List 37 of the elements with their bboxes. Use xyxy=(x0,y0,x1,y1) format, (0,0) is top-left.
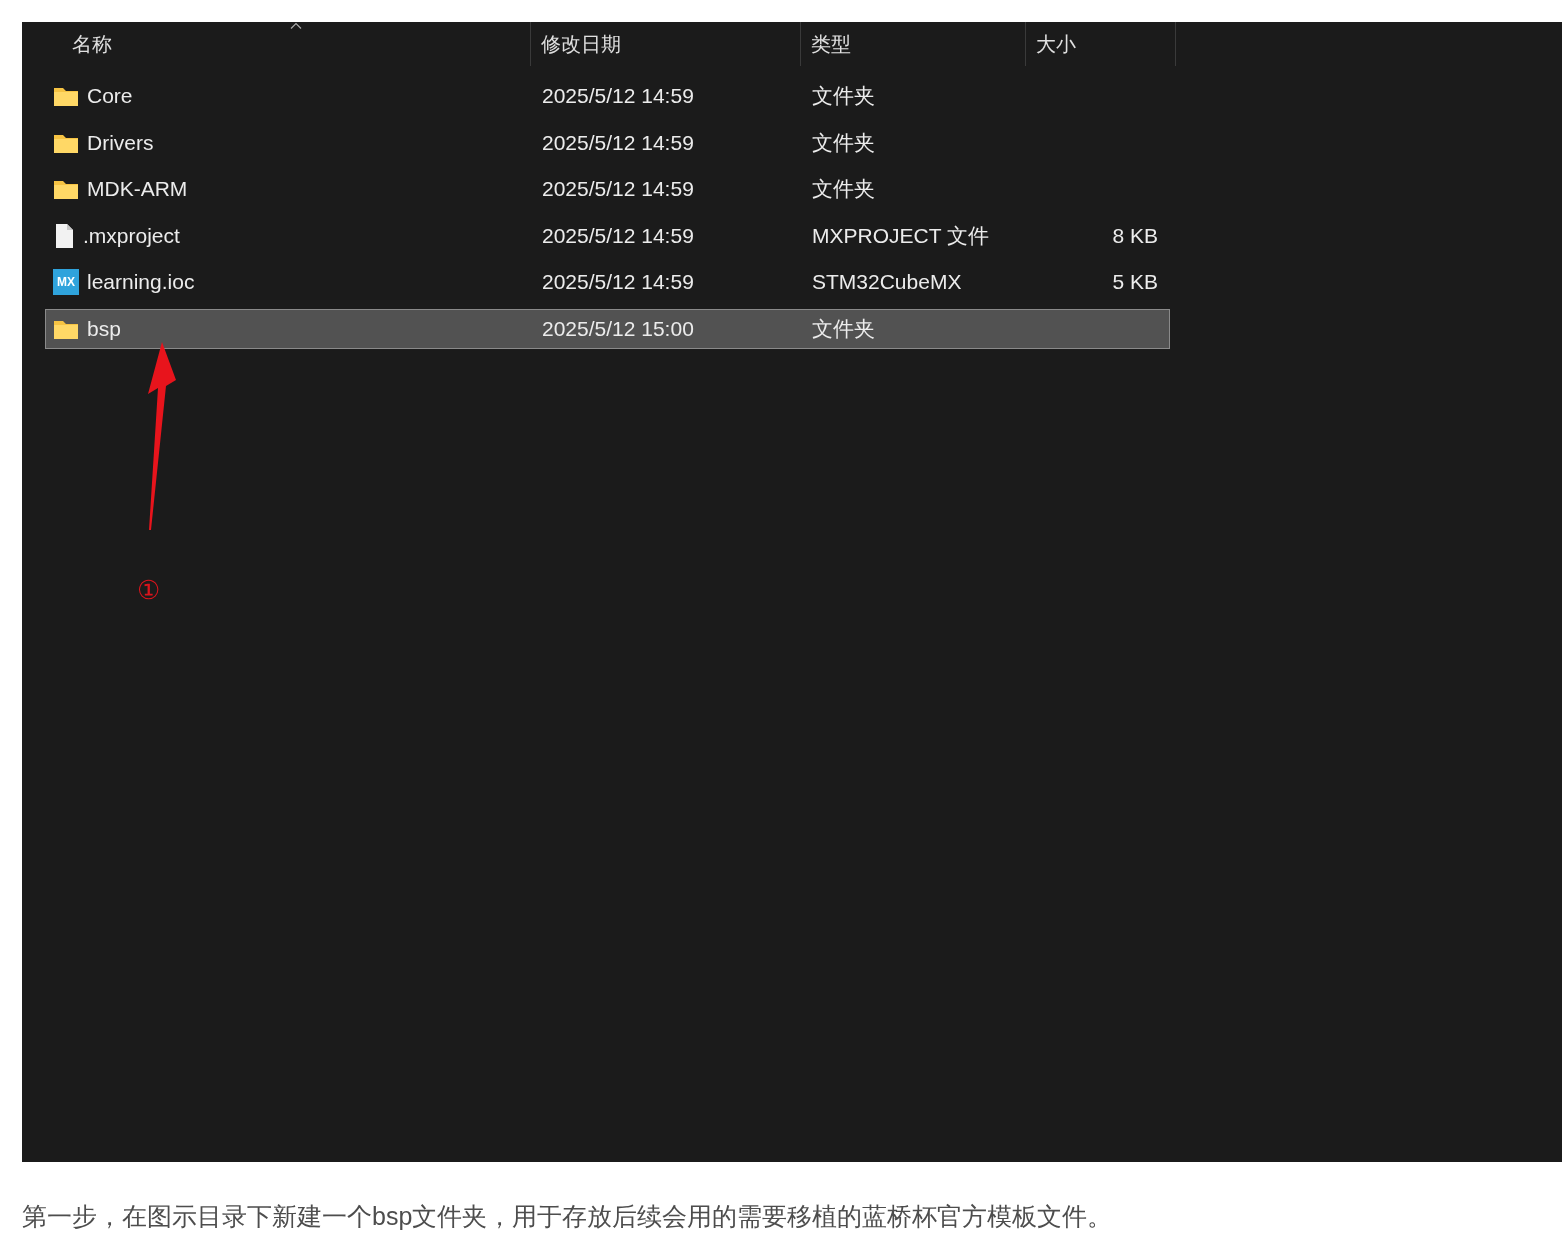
column-header[interactable]: 名称 xyxy=(22,22,531,66)
file-type: 文件夹 xyxy=(811,315,876,342)
column-header[interactable]: 大小 xyxy=(1026,22,1176,66)
step-marker: ① xyxy=(137,575,160,606)
file-size: 8 KB xyxy=(1111,223,1158,248)
file-size: 5 KB xyxy=(1111,270,1158,295)
file-type: 文件夹 xyxy=(811,129,876,156)
file-name: learning.ioc xyxy=(87,270,195,295)
folder-icon xyxy=(53,85,79,107)
file-row[interactable]: .mxproject 2025/5/12 14:59 MXPROJECT 文件 8 KB xyxy=(45,215,1170,256)
modified-date: 2025/5/12 14:59 xyxy=(541,270,695,295)
column-header[interactable]: 修改日期 xyxy=(531,22,801,66)
app-icon: MX xyxy=(53,269,79,296)
modified-date: 2025/5/12 14:59 xyxy=(541,130,695,155)
file-row[interactable]: Drivers 2025/5/12 14:59 文件夹 xyxy=(45,122,1170,163)
column-header[interactable]: 类型 xyxy=(801,22,1026,66)
file-row[interactable]: MDK-ARM 2025/5/12 14:59 文件夹 xyxy=(45,169,1170,210)
caption-text: 第一步，在图示目录下新建一个bsp文件夹，用于存放后续会用的需要移植的蓝桥杯官方模板文件。 xyxy=(22,1201,1114,1232)
file-row[interactable]: MX learning.ioc 2025/5/12 14:59 STM32CubeMX 5 KB xyxy=(45,262,1170,303)
file-name: bsp xyxy=(87,316,121,341)
file-icon xyxy=(53,222,75,249)
file-type: 文件夹 xyxy=(811,83,876,109)
file-name: Core xyxy=(87,84,133,108)
sort-up-icon xyxy=(290,22,302,29)
file-name: MDK-ARM xyxy=(87,177,188,202)
folder-icon xyxy=(53,178,79,201)
file-type: 文件夹 xyxy=(811,176,876,203)
file-type: MXPROJECT 文件 xyxy=(811,222,990,249)
modified-date: 2025/5/12 14:59 xyxy=(541,177,695,202)
file-name: Drivers xyxy=(87,130,154,155)
modified-date: 2025/5/12 14:59 xyxy=(541,223,695,248)
file-row[interactable]: Core 2025/5/12 14:59 文件夹 xyxy=(45,76,1170,116)
modified-date: 2025/5/12 14:59 xyxy=(541,84,695,108)
file-type: STM32CubeMX xyxy=(811,270,963,295)
modified-date: 2025/5/12 15:00 xyxy=(541,316,695,341)
file-row[interactable]: bsp 2025/5/12 15:00 文件夹 xyxy=(45,308,1170,349)
file-name: .mxproject xyxy=(83,223,180,248)
